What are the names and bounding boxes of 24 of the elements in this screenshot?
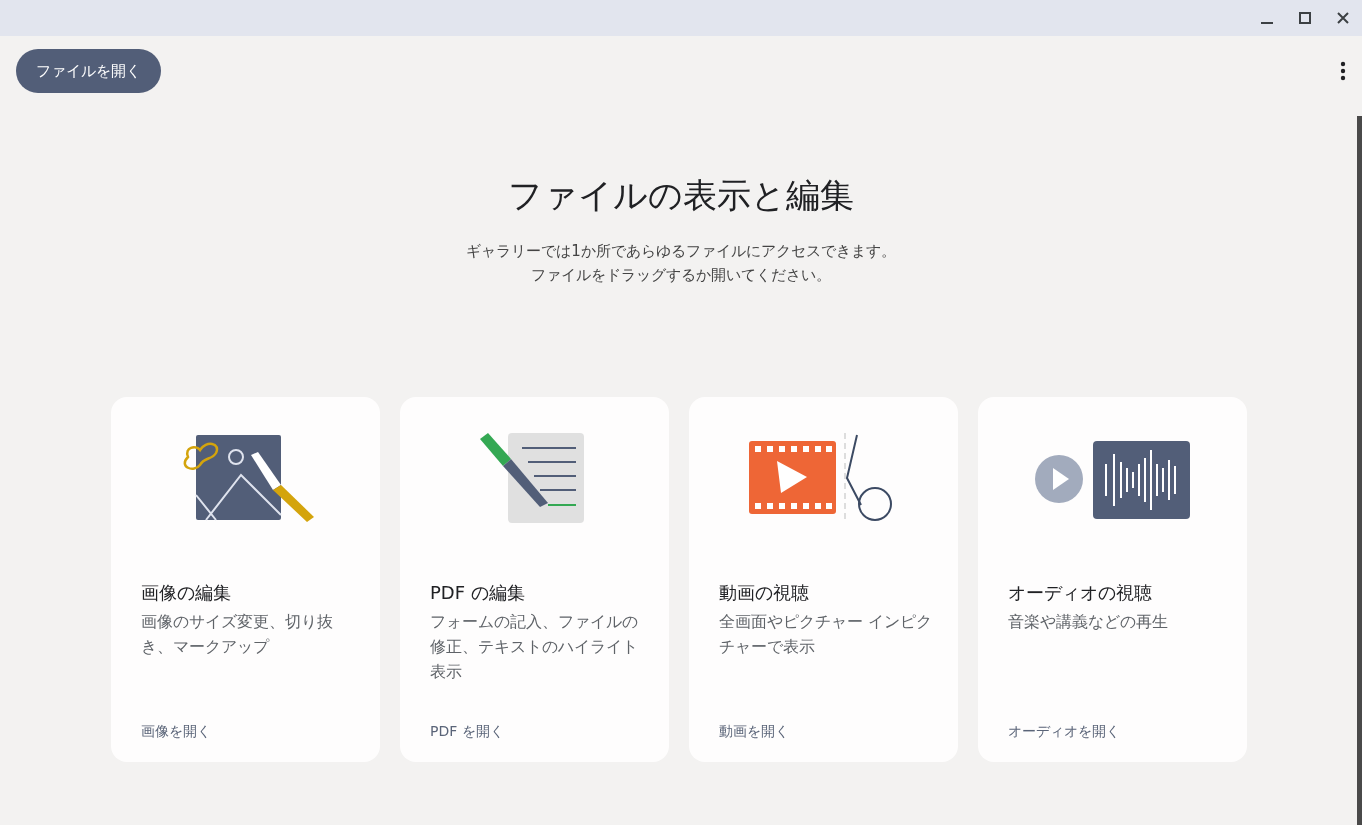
open-link[interactable]: 動画を開く xyxy=(719,721,789,741)
card-description: フォームの記入、ファイルの修正、テキストのハイライト表示 xyxy=(430,611,639,683)
maximize-icon[interactable] xyxy=(1298,11,1312,25)
description-text: ファイルをドラッグするか開いてください。 xyxy=(531,265,831,286)
feature-card[interactable]: 動画の視聴 全画面やピクチャー インピクチャーで表示 動画を開く xyxy=(689,397,958,762)
feature-card[interactable]: 画像の編集 画像のサイズ変更、切り抜き、マークアップ 画像を開く xyxy=(111,397,380,762)
card-description: 全画面やピクチャー インピクチャーで表示 xyxy=(719,611,934,658)
close-icon[interactable] xyxy=(1336,11,1350,25)
more-options-icon[interactable] xyxy=(1340,61,1346,81)
card-description: 画像のサイズ変更、切り抜き、マークアップ xyxy=(141,611,334,658)
feature-card[interactable]: PDF の編集 フォームの記入、ファイルの修正、テキストのハイライト表示 PDF を開く xyxy=(400,397,669,762)
open-file-button[interactable]: ファイルを開く xyxy=(16,49,161,93)
scrollbar[interactable] xyxy=(1357,116,1362,825)
card-title: 画像の編集 xyxy=(141,581,232,605)
open-link[interactable]: PDF を開く xyxy=(430,721,504,741)
card-title: PDF の編集 xyxy=(430,581,526,605)
feature-card[interactable]: オーディオの視聴 音楽や講義などの再生 オーディオを開く xyxy=(978,397,1247,762)
page-heading: ファイルの表示と編集 xyxy=(508,174,854,217)
card-title: 動画の視聴 xyxy=(719,581,810,605)
open-link[interactable]: オーディオを開く xyxy=(1008,721,1120,741)
card-description: 音楽や講義などの再生 xyxy=(1008,611,1169,633)
open-link[interactable]: 画像を開く xyxy=(141,721,211,741)
card-title: オーディオの視聴 xyxy=(1008,581,1153,605)
description-text: ギャラリーでは1か所であらゆるファイルにアクセスできます。 xyxy=(465,241,897,262)
